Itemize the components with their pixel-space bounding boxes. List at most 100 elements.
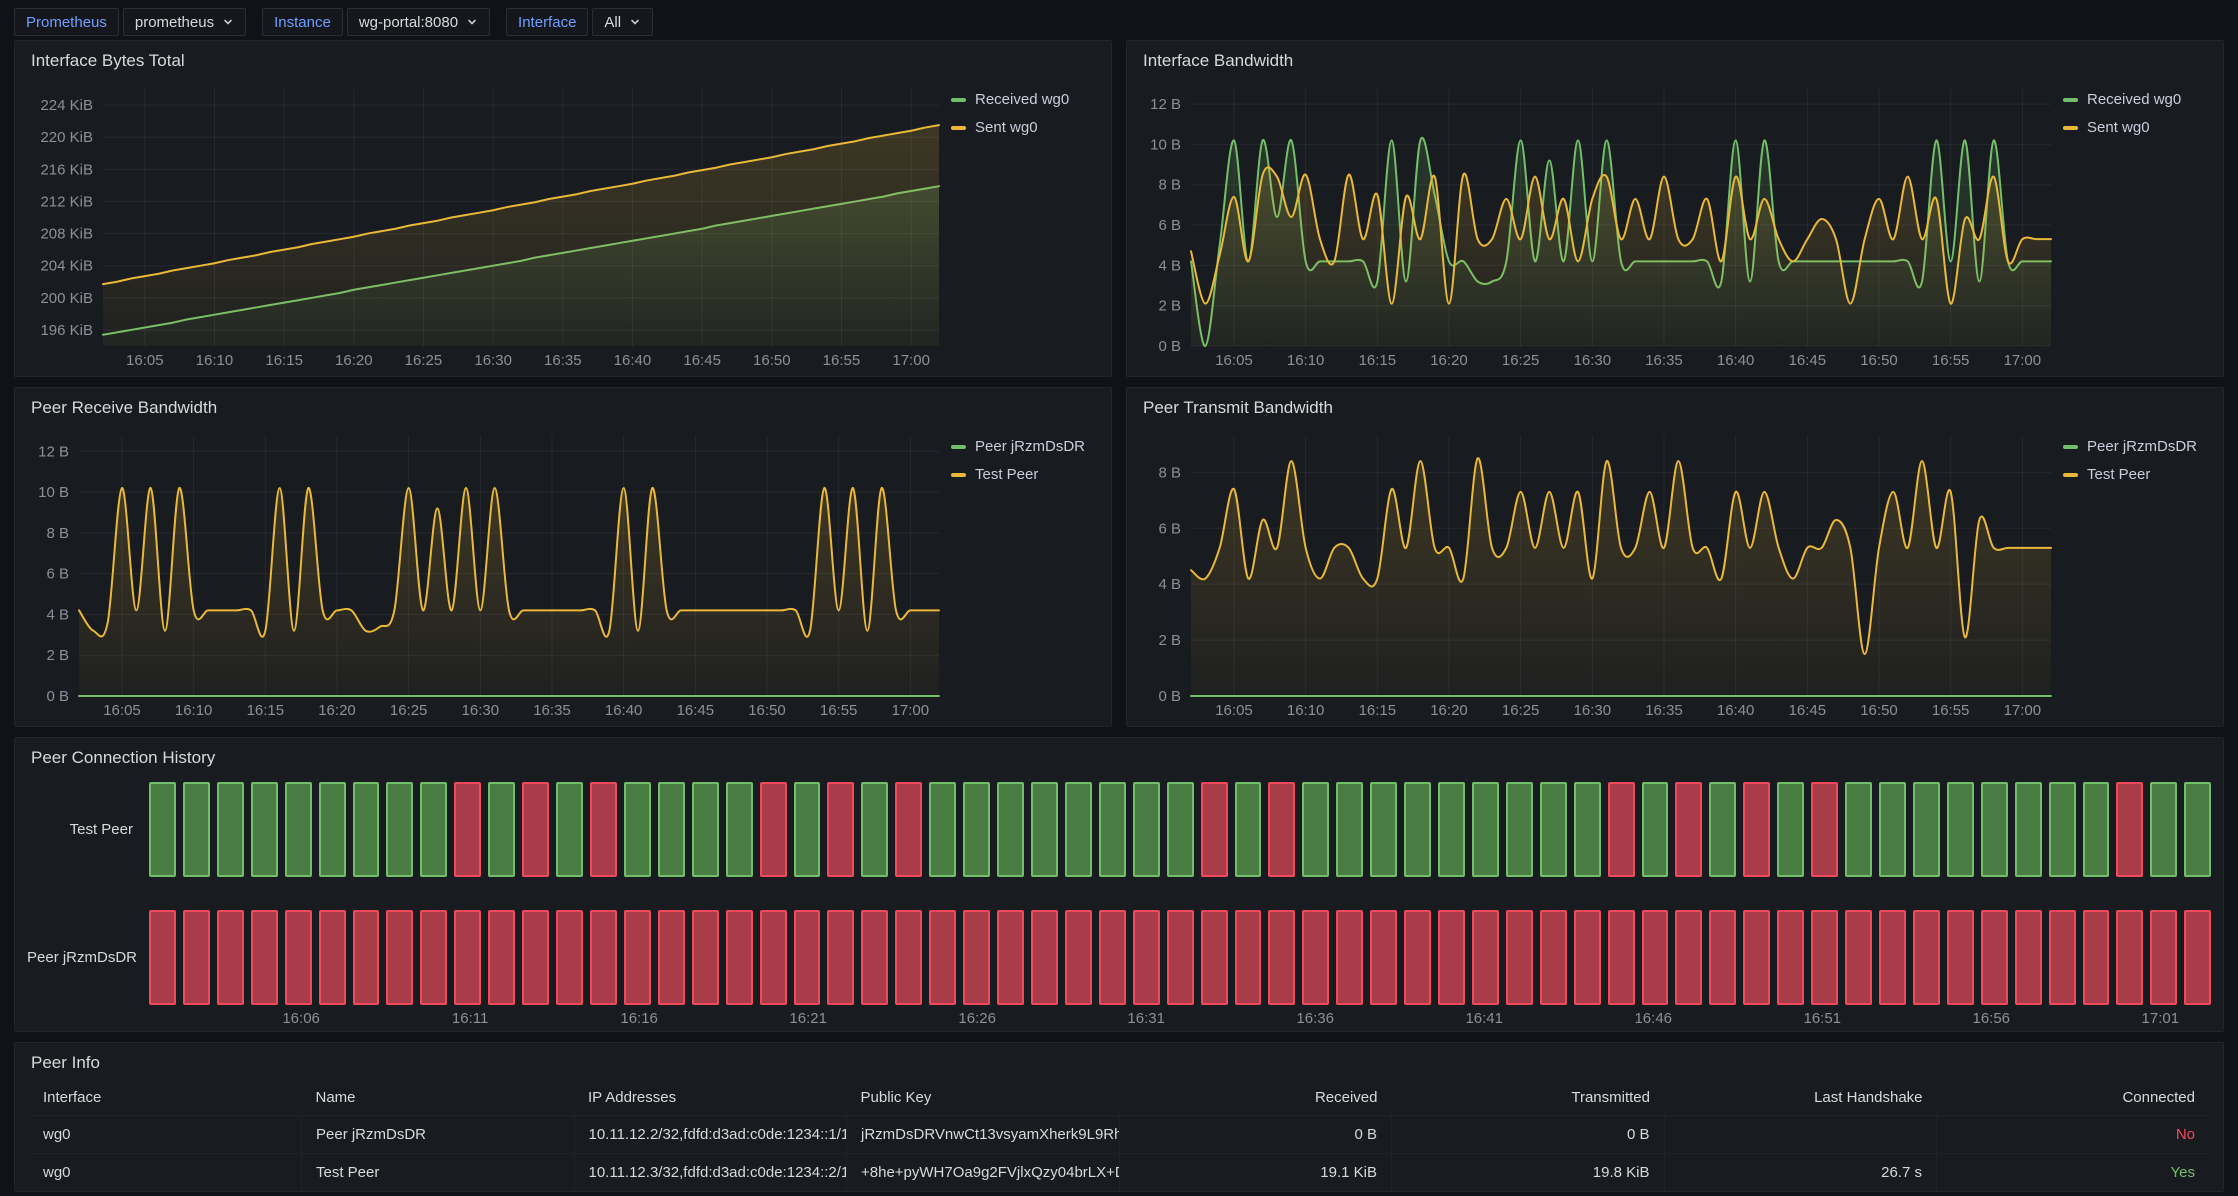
- status-bar-disconnected: [963, 910, 990, 1005]
- interface-bytes-total-chart[interactable]: 16:0516:1016:1516:2016:2516:3016:3516:40…: [23, 79, 945, 372]
- x-axis-tick-label: 16:50: [748, 702, 786, 719]
- status-bar-connected: [1438, 782, 1465, 877]
- column-header[interactable]: Received: [1119, 1081, 1392, 1116]
- column-header[interactable]: Transmitted: [1392, 1081, 1665, 1116]
- status-history-plot[interactable]: Test PeerPeer jRzmDsDR16:0616:1116:1616:…: [23, 776, 2215, 1029]
- legend-item[interactable]: Sent wg0: [2063, 119, 2215, 136]
- status-bar-disconnected: [1336, 910, 1363, 1005]
- table-cell-name: Peer jRzmDsDR: [302, 1116, 575, 1154]
- status-bar-connected: [2184, 782, 2211, 877]
- y-axis-tick-label: 224 KiB: [40, 97, 93, 114]
- y-axis-tick-label: 6 B: [1158, 217, 1181, 234]
- legend-item[interactable]: Test Peer: [2063, 466, 2215, 483]
- chevron-down-icon: [466, 16, 478, 28]
- legend-item[interactable]: Test Peer: [951, 466, 1103, 483]
- legend-item[interactable]: Peer jRzmDsDR: [2063, 438, 2215, 455]
- variable-value-interface[interactable]: All: [592, 8, 653, 36]
- column-header[interactable]: Public Key: [847, 1081, 1120, 1116]
- column-header[interactable]: Name: [302, 1081, 575, 1116]
- interface-bandwidth-chart[interactable]: 16:0516:1016:1516:2016:2516:3016:3516:40…: [1135, 79, 2057, 372]
- status-history-row: Test Peer: [27, 782, 2211, 877]
- panel-title[interactable]: Peer Info: [23, 1051, 2215, 1081]
- table-cell-pubkey: +8he+pyWH7Oa9g2FVjlxQzy04brLX+D: [847, 1154, 1120, 1192]
- variable-value-instance[interactable]: wg-portal:8080: [347, 8, 490, 36]
- table-header-row: InterfaceNameIP AddressesPublic KeyRecei…: [29, 1081, 2209, 1116]
- x-axis-tick-label: 16:16: [620, 1010, 658, 1027]
- y-axis-tick-label: 220 KiB: [40, 129, 93, 146]
- x-axis-tick-label: 16:05: [126, 352, 164, 369]
- column-header[interactable]: Last Handshake: [1664, 1081, 1937, 1116]
- x-axis-tick-label: 16:51: [1803, 1010, 1841, 1027]
- variable-label-interface: Interface: [506, 8, 588, 36]
- y-axis-tick-label: 6 B: [1158, 520, 1181, 537]
- x-axis-tick-label: 16:40: [1717, 702, 1755, 719]
- chart-legend: Received wg0 Sent wg0: [2057, 79, 2215, 372]
- status-bar-disconnected: [2116, 910, 2143, 1005]
- status-bar-disconnected: [522, 782, 549, 877]
- legend-item[interactable]: Peer jRzmDsDR: [951, 438, 1103, 455]
- x-axis-tick-label: 16:50: [1860, 702, 1898, 719]
- legend-swatch-icon: [951, 126, 966, 130]
- legend-label: Sent wg0: [2087, 119, 2150, 136]
- panel-title[interactable]: Interface Bytes Total: [23, 49, 1103, 79]
- x-axis-tick-label: 16:25: [1502, 352, 1540, 369]
- status-bar-disconnected: [1506, 910, 1533, 1005]
- x-axis-tick-label: 16:56: [1972, 1010, 2010, 1027]
- peer-transmit-bandwidth-chart[interactable]: 16:0516:1016:1516:2016:2516:3016:3516:40…: [1135, 426, 2057, 722]
- status-bar-disconnected: [1608, 782, 1635, 877]
- x-axis-tick-label: 16:25: [405, 352, 443, 369]
- table-cell-connected: Yes: [1937, 1154, 2210, 1192]
- status-bar-disconnected: [692, 910, 719, 1005]
- status-bar-disconnected: [590, 782, 617, 877]
- status-bar-disconnected: [217, 910, 244, 1005]
- column-header[interactable]: Interface: [29, 1081, 302, 1116]
- y-axis-tick-label: 4 B: [1158, 576, 1181, 593]
- status-bar-disconnected: [726, 910, 753, 1005]
- status-bar-disconnected: [1167, 910, 1194, 1005]
- status-bar-connected: [624, 782, 651, 877]
- panel-peer-receive-bandwidth: Peer Receive Bandwidth 16:0516:1016:1516…: [14, 387, 1112, 727]
- status-bar-connected: [2083, 782, 2110, 877]
- table-cell-received: 19.1 KiB: [1119, 1154, 1392, 1192]
- panel-title[interactable]: Interface Bandwidth: [1135, 49, 2215, 79]
- status-row-label: Peer jRzmDsDR: [27, 949, 149, 966]
- legend-swatch-icon: [951, 445, 966, 449]
- status-history-row: Peer jRzmDsDR: [27, 910, 2211, 1005]
- status-bar-disconnected: [1743, 782, 1770, 877]
- legend-label: Sent wg0: [975, 119, 1038, 136]
- status-bar-disconnected: [488, 910, 515, 1005]
- column-header[interactable]: IP Addresses: [574, 1081, 847, 1116]
- status-bar-disconnected: [1675, 782, 1702, 877]
- status-bar-connected: [420, 782, 447, 877]
- legend-item[interactable]: Received wg0: [2063, 91, 2215, 108]
- x-axis-tick-label: 16:40: [1717, 352, 1755, 369]
- panel-title[interactable]: Peer Receive Bandwidth: [23, 396, 1103, 426]
- legend-item[interactable]: Received wg0: [951, 91, 1103, 108]
- x-axis-tick-label: 16:45: [677, 702, 715, 719]
- panel-title[interactable]: Peer Connection History: [23, 746, 2215, 776]
- status-bar-connected: [929, 782, 956, 877]
- panel-peer-connection-history: Peer Connection History Test Peer Peer jR…: [14, 737, 2224, 1032]
- chart-legend: Peer jRzmDsDR Test Peer: [945, 426, 1103, 722]
- status-bar-disconnected: [624, 910, 651, 1005]
- legend-item[interactable]: Sent wg0: [951, 119, 1103, 136]
- panel-title[interactable]: Peer Transmit Bandwidth: [1135, 396, 2215, 426]
- status-bar-connected: [251, 782, 278, 877]
- status-bars: [149, 782, 2211, 877]
- dashboard-variables-bar: Prometheus prometheus Instance wg-portal…: [0, 0, 2238, 40]
- y-axis-tick-label: 4 B: [1158, 257, 1181, 274]
- status-row-label: Test Peer: [27, 821, 149, 838]
- status-bar-connected: [183, 782, 210, 877]
- x-axis-tick-label: 16:10: [1287, 702, 1325, 719]
- status-bar-disconnected: [794, 910, 821, 1005]
- x-axis-tick-label: 16:55: [1932, 352, 1970, 369]
- y-axis-tick-label: 2 B: [46, 647, 69, 664]
- x-axis-tick-label: 16:21: [789, 1010, 827, 1027]
- status-bar-disconnected: [1472, 910, 1499, 1005]
- variable-value-prometheus[interactable]: prometheus: [123, 8, 246, 36]
- y-axis-tick-label: 0 B: [46, 688, 69, 705]
- column-header[interactable]: Connected: [1937, 1081, 2210, 1116]
- status-bar-connected: [2015, 782, 2042, 877]
- status-bar-disconnected: [454, 782, 481, 877]
- peer-receive-bandwidth-chart[interactable]: 16:0516:1016:1516:2016:2516:3016:3516:40…: [23, 426, 945, 722]
